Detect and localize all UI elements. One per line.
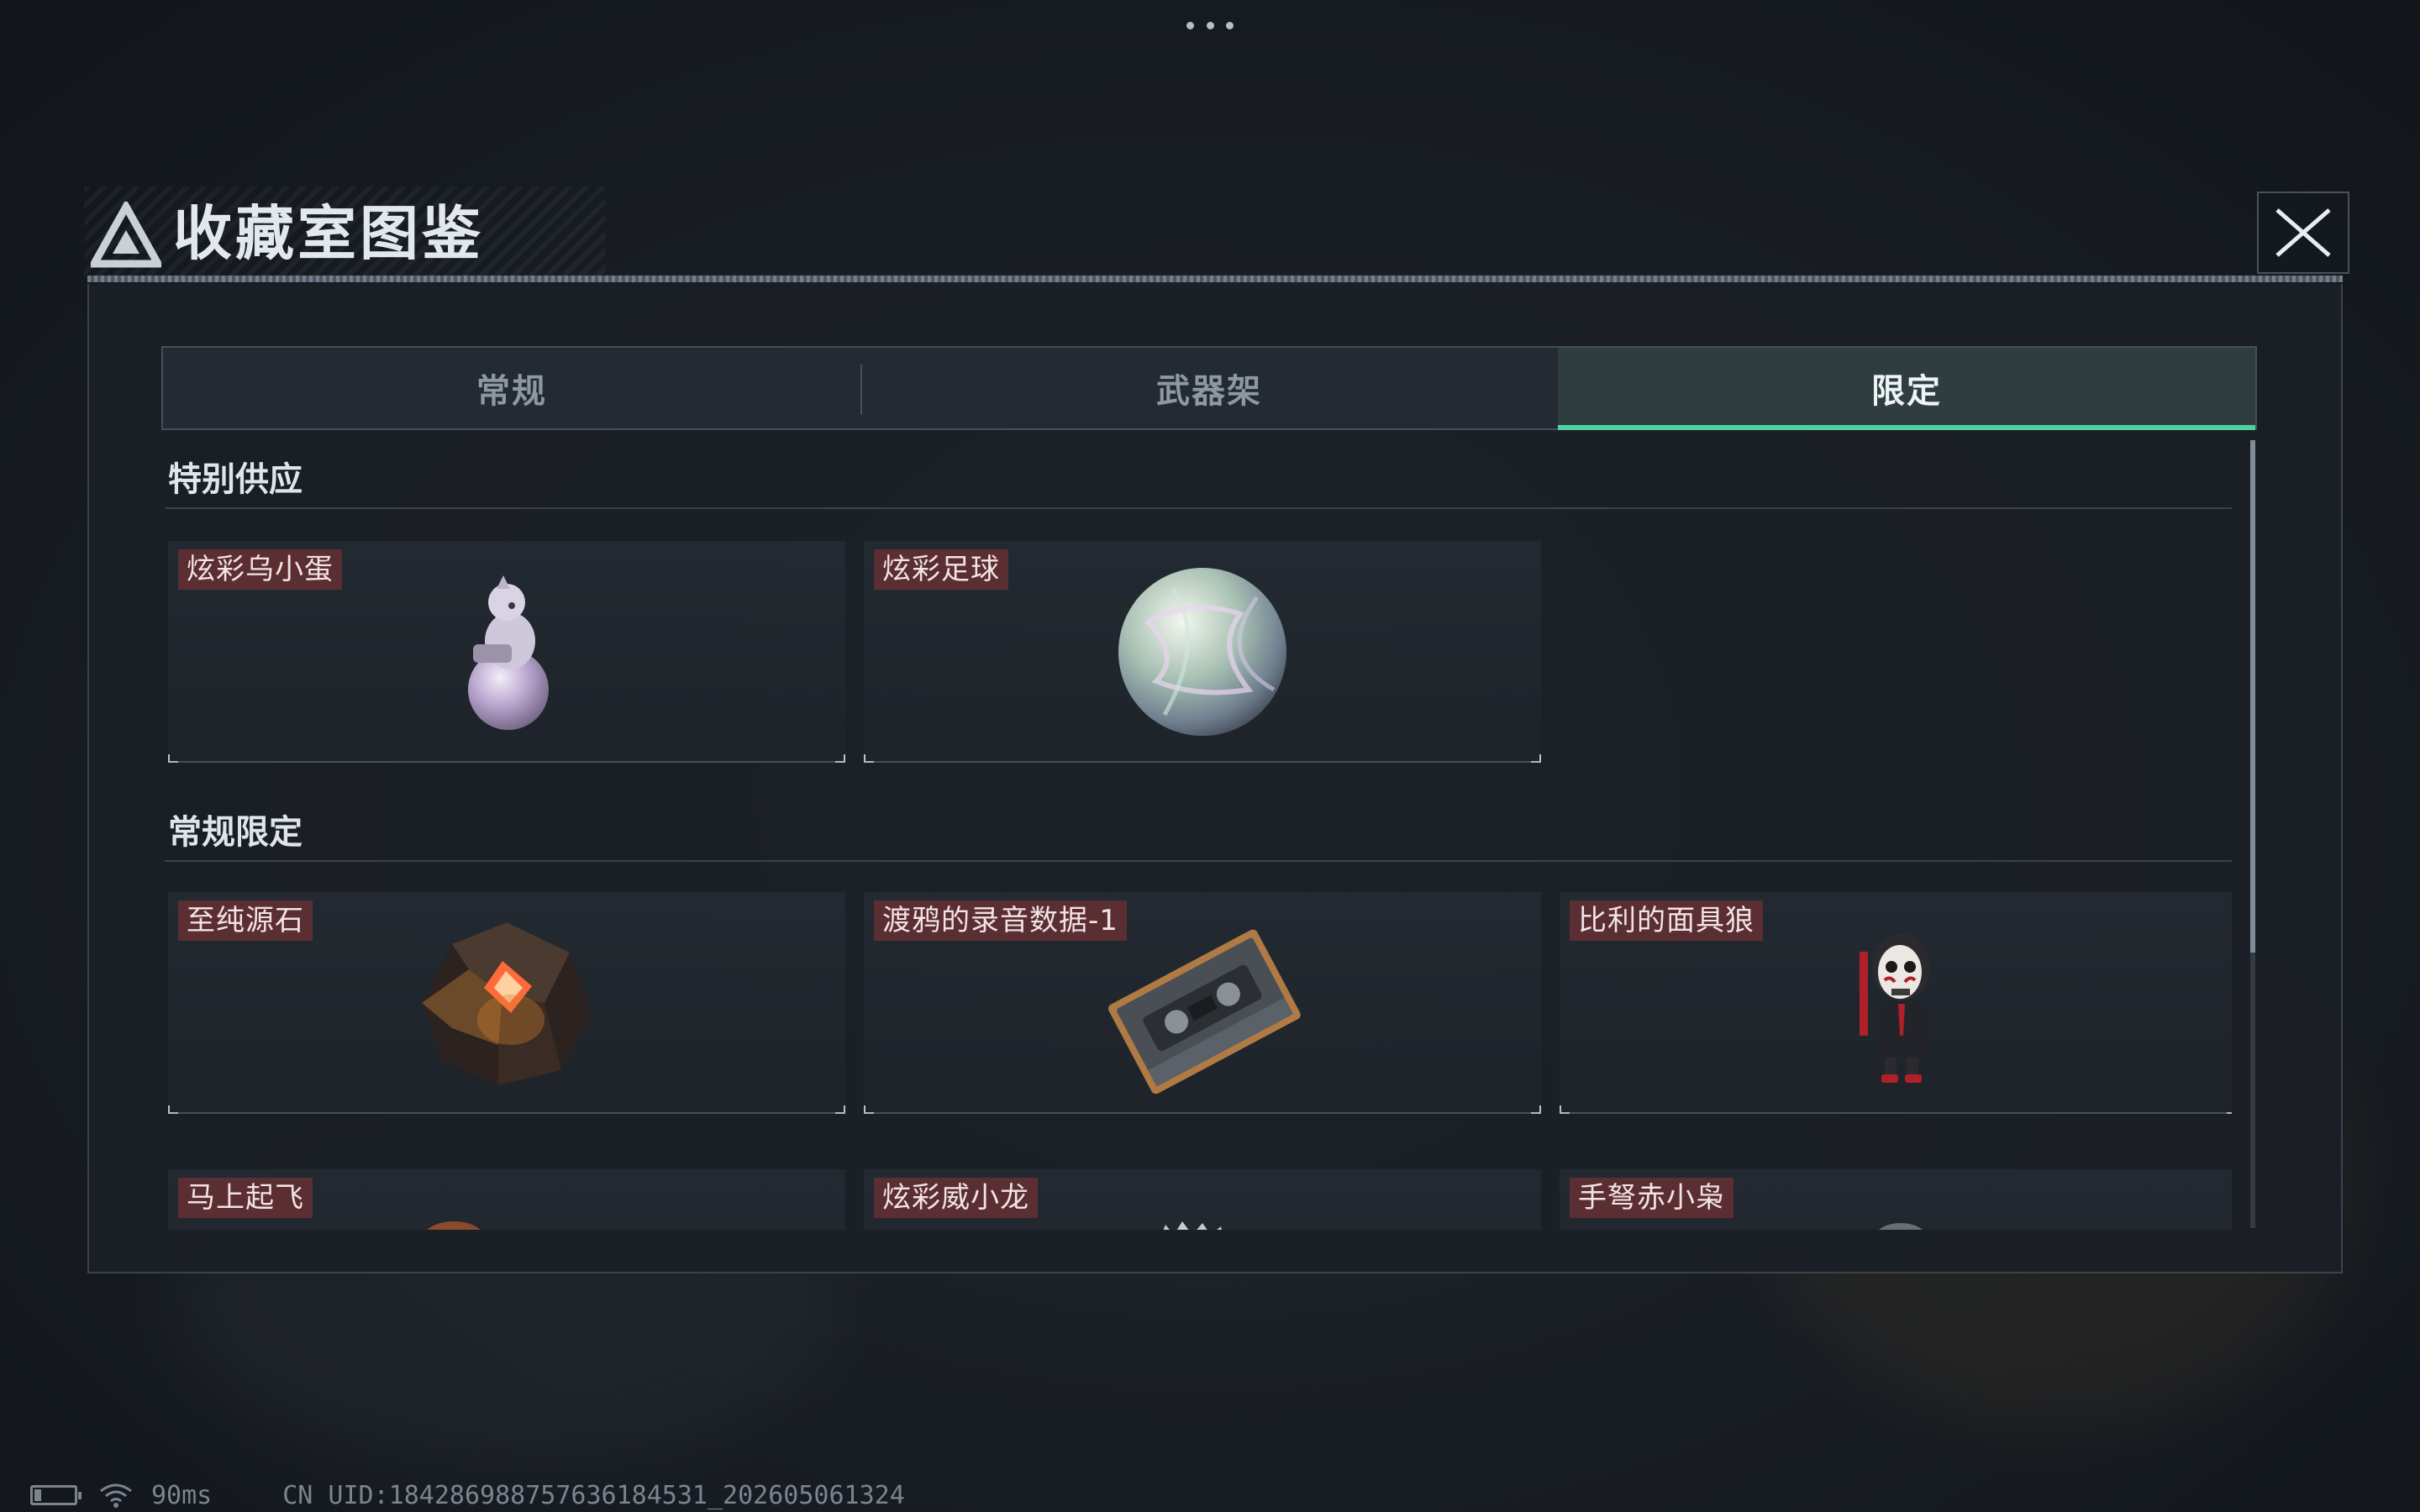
tab-weapon-rack[interactable]: 武器架 — [860, 348, 1558, 428]
card-label: 马上起飞 — [178, 1178, 313, 1218]
item-icon — [1163, 1221, 1222, 1230]
card-label: 比利的面具狼 — [1570, 900, 1763, 941]
iridescent-soccer-ball-icon — [1118, 568, 1286, 736]
card-label: 渡鸦的录音数据-1 — [874, 900, 1127, 941]
page-header: 收藏室图鉴 — [84, 186, 2344, 284]
triangle-logo-icon — [91, 202, 161, 268]
ping-value: 90ms — [151, 1480, 213, 1510]
battery-icon — [30, 1485, 82, 1505]
collection-card[interactable]: 马上起飞 — [168, 1169, 845, 1230]
user-uid: CN UID:18428698875763618453​1_2026050613… — [282, 1480, 905, 1510]
wifi-icon — [100, 1483, 132, 1508]
iridescent-egg-figure-icon — [468, 575, 549, 730]
section-divider — [165, 860, 2232, 862]
item-icon — [1878, 1223, 1923, 1230]
glowing-crystal-stone-icon — [422, 922, 592, 1085]
status-bar: 90ms CN UID:18428698875763618453​1_20260… — [30, 1480, 905, 1510]
close-icon — [2275, 208, 2331, 257]
card-label: 炫彩足球 — [874, 549, 1008, 590]
item-icon — [427, 1221, 481, 1230]
close-button[interactable] — [2257, 192, 2349, 274]
section-title-special-supply: 特别供应 — [168, 460, 302, 499]
collection-card[interactable]: 炫彩威小龙 — [864, 1169, 1541, 1230]
card-label: 炫彩威小龙 — [874, 1178, 1038, 1218]
scrollbar-thumb[interactable] — [2250, 440, 2255, 953]
page-title: 收藏室图鉴 — [173, 199, 484, 268]
more-options-icon[interactable] — [1186, 17, 1234, 34]
section-title-regular-limited: 常规限定 — [168, 813, 302, 852]
collection-card[interactable]: 手弩赤小枭 — [1560, 1169, 2232, 1230]
tab-limited[interactable]: 限定 — [1558, 348, 2255, 430]
collection-list[interactable]: 特别供应 炫彩乌小蛋 炫彩足球 常规限定 至纯源石 渡鸦的录音数据-1 比利的面… — [165, 437, 2232, 1230]
section-divider — [165, 507, 2232, 509]
collection-card[interactable]: 比利的面具狼 — [1560, 892, 2232, 1114]
billy-puppet-figure-icon — [1860, 933, 1930, 1083]
card-label: 手弩赤小枭 — [1570, 1178, 1733, 1218]
cassette-tape-icon — [1107, 929, 1301, 1095]
tab-regular[interactable]: 常规 — [163, 348, 860, 428]
category-tabs: 常规 武器架 限定 — [161, 346, 2257, 430]
collection-card[interactable]: 炫彩乌小蛋 — [168, 541, 845, 763]
header-divider — [87, 276, 2343, 282]
card-label: 至纯源石 — [178, 900, 313, 941]
card-label: 炫彩乌小蛋 — [178, 549, 342, 590]
collection-card[interactable]: 炫彩足球 — [864, 541, 1541, 763]
collection-card[interactable]: 至纯源石 — [168, 892, 845, 1114]
collection-card[interactable]: 渡鸦的录音数据-1 — [864, 892, 1541, 1114]
